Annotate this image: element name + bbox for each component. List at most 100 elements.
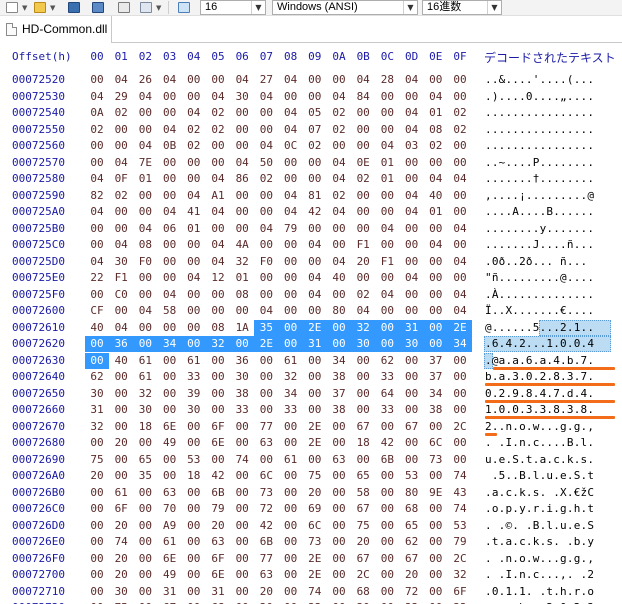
hex-byte[interactable]: 00	[185, 485, 203, 501]
hex-byte[interactable]: 00	[451, 386, 469, 402]
hex-byte[interactable]: 04	[257, 303, 275, 319]
hex-byte[interactable]: 00	[282, 534, 300, 550]
hex-byte[interactable]: 62	[378, 353, 396, 369]
hex-byte[interactable]: 01	[378, 155, 396, 171]
decoded-text[interactable]: .0.1.1. .t.h.r.o	[485, 584, 594, 600]
hex-byte[interactable]: 00	[233, 138, 251, 154]
hex-byte[interactable]: 04	[330, 89, 348, 105]
hex-byte[interactable]: 00	[378, 105, 396, 121]
hex-byte[interactable]: 00	[427, 600, 445, 604]
hex-byte[interactable]: A9	[161, 518, 179, 534]
hex-byte[interactable]: 00	[403, 89, 421, 105]
hex-byte[interactable]: 00	[330, 501, 348, 517]
decoded-text[interactable]: .t.a.c.k.s. .b.y	[485, 534, 594, 550]
hex-byte[interactable]: 31	[88, 402, 106, 418]
hex-byte[interactable]: 00	[112, 138, 130, 154]
hex-byte[interactable]: 00	[185, 237, 203, 253]
hex-byte[interactable]: 04	[136, 303, 154, 319]
hex-byte[interactable]: 75	[88, 452, 106, 468]
hex-byte[interactable]: 00	[88, 551, 106, 567]
hex-byte[interactable]: 04	[161, 72, 179, 88]
hex-byte[interactable]: 04	[403, 105, 421, 121]
hex-byte[interactable]: 04	[88, 204, 106, 220]
hex-byte[interactable]: 26	[136, 72, 154, 88]
hex-byte[interactable]: 00	[209, 303, 227, 319]
hex-byte[interactable]: 00	[88, 72, 106, 88]
hex-byte[interactable]: 00	[451, 89, 469, 105]
hex-byte[interactable]: 04	[209, 89, 227, 105]
hex-byte[interactable]: 00	[257, 122, 275, 138]
hex-byte[interactable]: 00	[88, 155, 106, 171]
hex-byte[interactable]: 6B	[257, 534, 275, 550]
hex-byte[interactable]: 00	[330, 600, 348, 604]
hex-byte[interactable]: 00	[403, 402, 421, 418]
hex-byte[interactable]: 00	[330, 567, 348, 583]
hex-byte[interactable]: 00	[136, 485, 154, 501]
hex-byte[interactable]: 00	[403, 386, 421, 402]
hex-byte[interactable]: 67	[403, 419, 421, 435]
hex-byte[interactable]: 00	[233, 468, 251, 484]
hex-byte[interactable]: 00	[282, 518, 300, 534]
decoded-text[interactable]: .6.4.2...1.0.0.4	[485, 336, 594, 352]
hex-byte[interactable]: 00	[88, 336, 106, 352]
hex-byte[interactable]: 04	[451, 221, 469, 237]
hex-byte[interactable]: 00	[330, 584, 348, 600]
hex-byte[interactable]: 00	[136, 567, 154, 583]
hex-byte[interactable]: 00	[185, 89, 203, 105]
hex-byte[interactable]: 04	[378, 138, 396, 154]
hex-byte[interactable]: 04	[403, 72, 421, 88]
decoded-text[interactable]: .0ð..2ð... ñ...	[485, 254, 587, 270]
hex-byte[interactable]: 20	[403, 567, 421, 583]
hex-byte[interactable]: 75	[112, 600, 130, 604]
hex-byte[interactable]: 00	[306, 386, 324, 402]
hex-byte[interactable]: 04	[427, 237, 445, 253]
hex-byte[interactable]: 30	[88, 386, 106, 402]
hex-byte[interactable]: 2E	[306, 567, 324, 583]
hex-byte[interactable]: 04	[330, 171, 348, 187]
hex-byte[interactable]: 6C	[257, 468, 275, 484]
decoded-text[interactable]: . .I.n.c...,. .2	[485, 567, 594, 583]
decoded-text[interactable]: .a.c.k.s. .X.€žC	[485, 485, 594, 501]
hex-byte[interactable]: 31	[306, 336, 324, 352]
hex-byte[interactable]: 02	[451, 105, 469, 121]
hex-byte[interactable]: 00	[451, 237, 469, 253]
hex-byte[interactable]: 67	[161, 600, 179, 604]
hex-byte[interactable]: 00	[354, 386, 372, 402]
hex-byte[interactable]: 00	[136, 188, 154, 204]
hex-byte[interactable]: 00	[427, 287, 445, 303]
hex-byte[interactable]: 00	[451, 72, 469, 88]
hex-byte[interactable]: 04	[112, 72, 130, 88]
hex-byte[interactable]: 1A	[233, 320, 251, 336]
hex-byte[interactable]: 04	[233, 72, 251, 88]
hex-byte[interactable]: 00	[88, 237, 106, 253]
hex-byte[interactable]: 2E	[451, 320, 469, 336]
hex-byte[interactable]: 00	[378, 600, 396, 604]
hex-byte[interactable]: 68	[403, 501, 421, 517]
hex-byte[interactable]: 07	[306, 122, 324, 138]
hex-byte[interactable]: 6B	[209, 485, 227, 501]
hex-byte[interactable]: 00	[257, 188, 275, 204]
decoded-text[interactable]: "ñ.........@....	[485, 270, 594, 286]
hex-byte[interactable]: 72	[403, 584, 421, 600]
hex-byte[interactable]: 00	[306, 171, 324, 187]
hex-byte[interactable]: 20	[306, 485, 324, 501]
hex-byte[interactable]: 00	[88, 584, 106, 600]
hex-byte[interactable]: 00	[427, 155, 445, 171]
hex-byte[interactable]: 00	[88, 138, 106, 154]
hex-byte[interactable]: 00	[403, 303, 421, 319]
hex-byte[interactable]: 00	[378, 485, 396, 501]
hex-byte[interactable]: 6E	[161, 419, 179, 435]
decoded-text[interactable]: 2..n.o.w...g.g.,	[485, 419, 594, 435]
hex-byte[interactable]: 00	[161, 452, 179, 468]
hex-byte[interactable]: 00	[451, 452, 469, 468]
hex-byte[interactable]: 30	[112, 254, 130, 270]
hex-byte[interactable]: 00	[330, 237, 348, 253]
hex-byte[interactable]: 00	[233, 551, 251, 567]
hex-byte[interactable]: 00	[112, 221, 130, 237]
new-file-dropdown-icon[interactable]: ▼	[22, 4, 27, 12]
hex-byte[interactable]: 00	[185, 534, 203, 550]
hex-byte[interactable]: 00	[112, 468, 130, 484]
hex-byte[interactable]: 00	[354, 204, 372, 220]
hex-byte[interactable]: 00	[257, 270, 275, 286]
hex-byte[interactable]: 00	[136, 204, 154, 220]
